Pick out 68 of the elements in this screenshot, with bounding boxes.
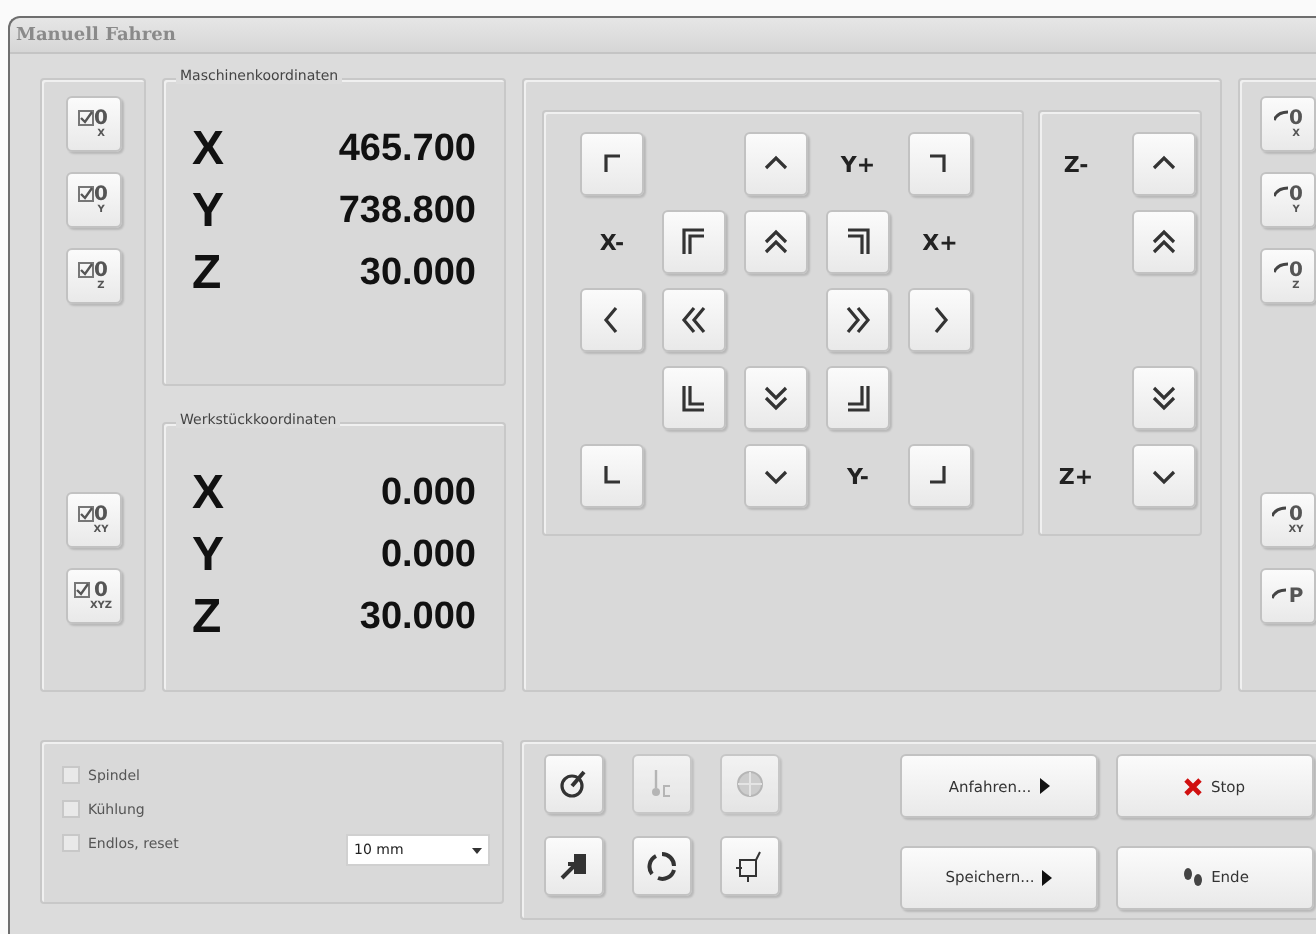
axis-label: X xyxy=(192,122,225,178)
checkbox-icon xyxy=(78,261,95,277)
jog-button[interactable] xyxy=(744,210,808,274)
jog-button[interactable] xyxy=(662,210,726,274)
axis-label: X xyxy=(192,466,225,522)
checkbox-icon xyxy=(78,185,95,201)
double-chevron-down-icon xyxy=(760,382,792,414)
jog-button[interactable] xyxy=(662,366,726,430)
frame-icon xyxy=(734,850,766,882)
footprints-icon xyxy=(1181,868,1204,886)
dropdown-arrow-icon xyxy=(472,847,482,853)
axis-label: Y- xyxy=(845,461,871,493)
window-title: Manuell Fahren xyxy=(16,25,176,45)
axis-label: Z- xyxy=(1061,149,1091,181)
coordinate-value: 0.000 xyxy=(380,534,476,578)
move-to-icon xyxy=(558,850,590,882)
double-chevron-up-icon xyxy=(1147,226,1179,258)
jog-button[interactable] xyxy=(744,132,808,196)
axis-label: Y xyxy=(192,184,225,240)
axis-label: Z xyxy=(192,246,222,302)
axis-label: Y+ xyxy=(838,149,878,181)
jog-button[interactable] xyxy=(580,288,644,352)
jog-button[interactable] xyxy=(1131,444,1195,508)
double-corner-icon xyxy=(842,382,874,414)
double-corner-icon xyxy=(678,382,710,414)
close-icon xyxy=(1184,777,1203,795)
axis-label: Z+ xyxy=(1056,461,1096,493)
checkbox[interactable] xyxy=(62,800,80,818)
double-chevron-down-icon xyxy=(1147,382,1179,414)
axis-label: Y xyxy=(192,528,225,584)
double-chevron-left-icon xyxy=(678,304,710,336)
triangle-right-icon xyxy=(1039,778,1050,794)
jog-button[interactable] xyxy=(826,210,890,274)
jog-button[interactable] xyxy=(1131,132,1195,196)
axis-label: Z xyxy=(192,590,222,646)
jog-button[interactable] xyxy=(662,288,726,352)
coordinate-value: 30.000 xyxy=(359,596,476,640)
double-corner-icon xyxy=(678,226,710,258)
jog-button[interactable] xyxy=(744,366,808,430)
coordinate-value: 738.800 xyxy=(338,190,476,234)
jog-button[interactable] xyxy=(1131,210,1195,274)
coordinate-value: 0.000 xyxy=(380,472,476,516)
checkbox-icon xyxy=(77,505,94,521)
tool-button[interactable] xyxy=(544,754,604,814)
checkbox-icon xyxy=(78,109,95,125)
probe-icon xyxy=(558,768,590,800)
disc-icon xyxy=(734,768,766,800)
checkbox[interactable] xyxy=(62,766,80,784)
checkbox-icon xyxy=(73,581,90,597)
coordinate-value: 465.700 xyxy=(338,128,476,172)
jog-button[interactable] xyxy=(1131,366,1195,430)
tool-button[interactable] xyxy=(544,836,604,896)
double-corner-icon xyxy=(842,226,874,258)
checkbox[interactable] xyxy=(62,834,80,852)
double-chevron-up-icon xyxy=(760,226,792,258)
go-to-button[interactable]: P xyxy=(1260,568,1316,624)
tool-button[interactable] xyxy=(720,836,780,896)
double-chevron-right-icon xyxy=(842,304,874,336)
coordinate-value: 30.000 xyxy=(359,252,476,296)
jog-button[interactable] xyxy=(826,366,890,430)
tool-button[interactable] xyxy=(632,836,692,896)
triangle-right-icon xyxy=(1042,869,1053,885)
axis-label: X+ xyxy=(920,227,960,259)
axis-label: X- xyxy=(597,227,627,259)
jog-button[interactable] xyxy=(826,288,890,352)
jog-button[interactable] xyxy=(744,444,808,508)
cycle-icon xyxy=(646,850,678,882)
jog-button[interactable] xyxy=(908,288,972,352)
